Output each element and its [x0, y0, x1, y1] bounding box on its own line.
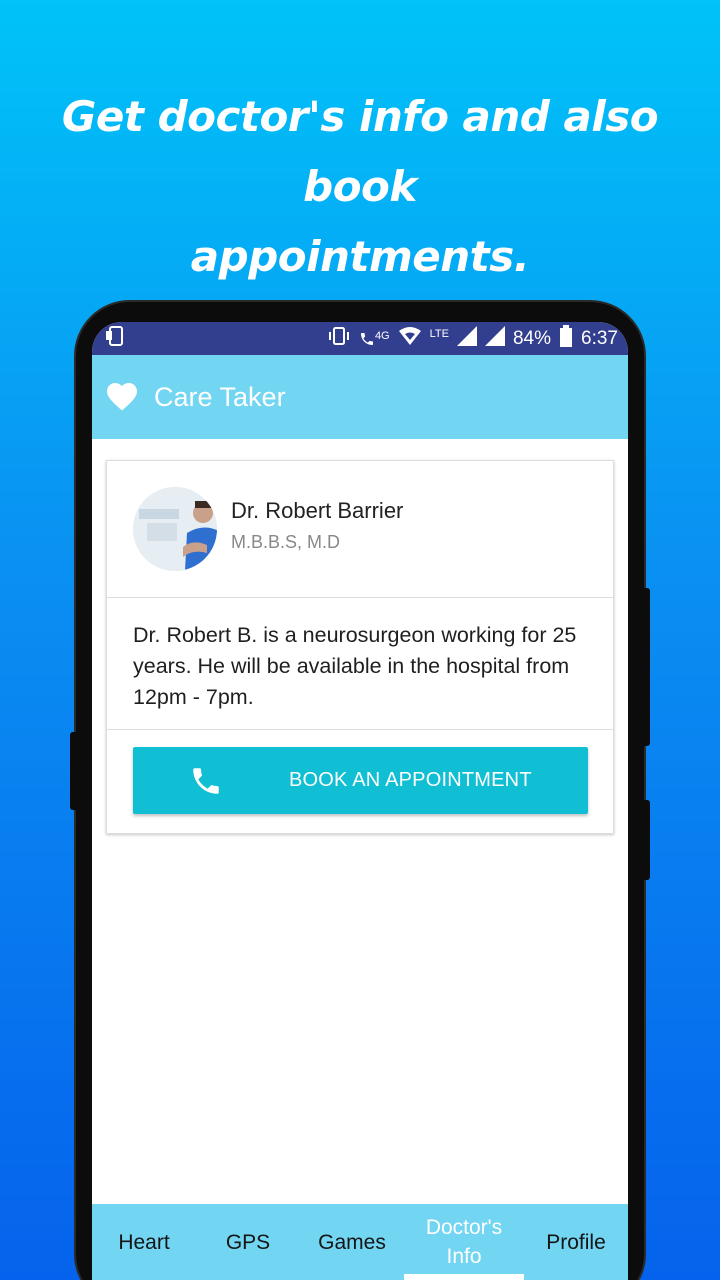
headline-line-2: appointments.: [190, 232, 530, 281]
clock-time: 6:37: [581, 327, 618, 349]
phone-screen: 4G LTE 84% 6:37 Care Taker Dr. Robert Ba…: [92, 322, 628, 1280]
phone-side-button-left: [70, 732, 78, 810]
nav-item-gps[interactable]: GPS: [196, 1204, 300, 1280]
book-appointment-button[interactable]: BOOK AN APPOINTMENT: [133, 747, 588, 814]
nav-item-profile[interactable]: Profile: [524, 1204, 628, 1280]
doctor-degree: M.B.B.S, M.D: [231, 531, 341, 552]
phone-side-button-right-bottom: [642, 800, 650, 880]
status-bar: 4G LTE 84% 6:37: [92, 322, 628, 355]
vibrate-icon: [327, 326, 351, 352]
doctor-card-header: Dr. Robert Barrier M.B.B.S, M.D: [107, 461, 613, 597]
wifi-icon: [398, 326, 422, 352]
nav-item-games[interactable]: Games: [300, 1204, 404, 1280]
heart-icon: [104, 378, 140, 417]
phone-side-button-right-top: [642, 588, 650, 746]
notification-icon: [104, 325, 126, 353]
battery-icon: [559, 324, 573, 353]
headline-line-1: Get doctor's info and also book: [61, 92, 659, 211]
promo-headline: Get doctor's info and also book appointm…: [0, 82, 720, 292]
doctor-card: Dr. Robert Barrier M.B.B.S, M.D Dr. Robe…: [106, 460, 614, 834]
doctor-name: Dr. Robert Barrier: [231, 497, 404, 523]
card-divider-bottom: [107, 729, 613, 730]
signal-icon-2: [484, 325, 505, 352]
nav-item-doctors-info[interactable]: Doctor's Info: [404, 1204, 524, 1280]
doctor-avatar: [133, 487, 217, 571]
book-appointment-label: BOOK AN APPOINTMENT: [289, 769, 532, 791]
lte-label: LTE: [429, 327, 449, 340]
app-title: Care Taker: [154, 381, 286, 412]
bottom-navigation: Heart GPS Games Doctor's Info Profile: [92, 1204, 628, 1280]
signal-icon-1: [456, 325, 477, 352]
nav-item-heart[interactable]: Heart: [92, 1204, 196, 1280]
doctor-description: Dr. Robert B. is a neurosurgeon working …: [133, 623, 577, 709]
battery-percent: 84%: [512, 327, 552, 349]
phone-icon: [189, 764, 223, 798]
app-bar: Care Taker: [92, 355, 628, 439]
network-4g-label: 4G: [374, 329, 390, 342]
call-4g-icon: 4G: [359, 330, 390, 348]
